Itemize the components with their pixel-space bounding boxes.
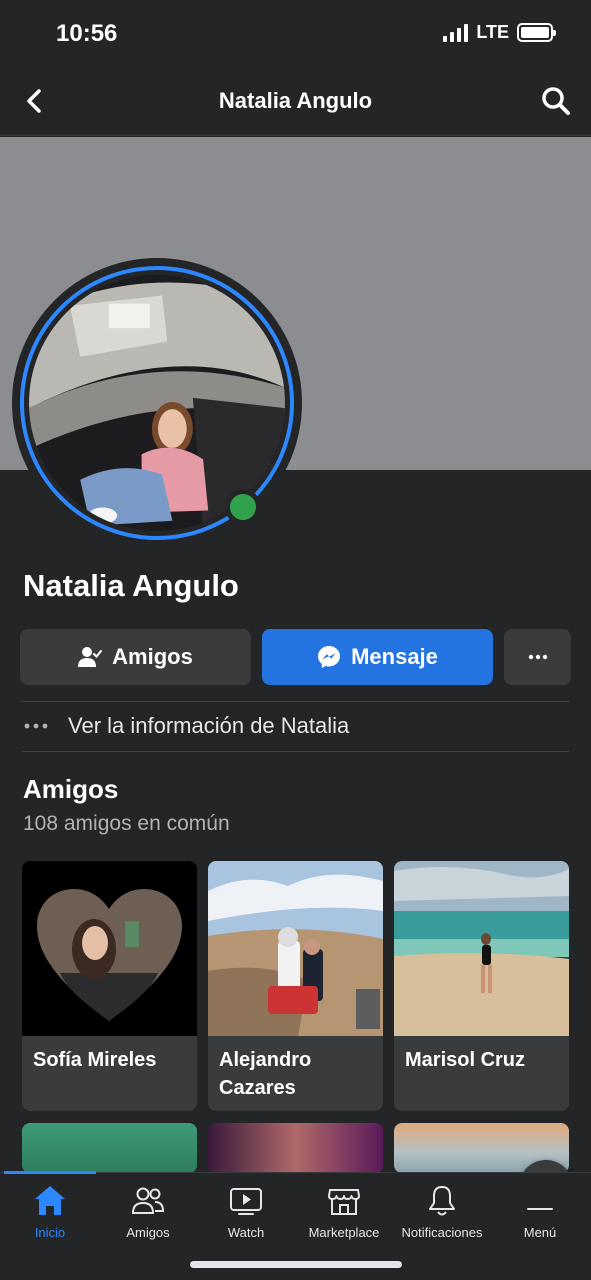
friend-photo (208, 861, 383, 1036)
friend-check-icon (78, 647, 103, 667)
signal-icon (443, 23, 469, 42)
tab-label: Watch (227, 1225, 265, 1240)
more-dots-icon (528, 654, 547, 660)
menu-icon (527, 1208, 553, 1210)
page-title: Natalia Angulo (218, 88, 373, 113)
friends-section-title: Amigos (23, 774, 119, 804)
friend-card[interactable] (22, 1123, 197, 1173)
friend-card[interactable] (208, 1123, 383, 1173)
status-indicators: LTE (443, 22, 556, 43)
messenger-icon (318, 646, 341, 668)
friend-card[interactable]: Sofía Mireles (22, 861, 197, 1111)
active-tab-indicator (4, 1171, 96, 1174)
friend-name: Sofía Mireles (33, 1049, 157, 1071)
watch-icon (230, 1188, 262, 1215)
message-button[interactable]: Mensaje (262, 629, 493, 685)
tab-menu[interactable]: Menú (490, 1183, 590, 1240)
friend-card[interactable]: Alejandro Cazares (208, 861, 383, 1111)
tab-label: Marketplace (308, 1225, 380, 1240)
online-status-indicator (225, 489, 261, 525)
friend-photo (208, 1123, 383, 1173)
bell-icon (429, 1186, 455, 1216)
mutual-friends-count: 108 amigos en común (23, 812, 230, 835)
tab-home[interactable]: Inicio (0, 1183, 100, 1240)
friend-photo (394, 861, 569, 1036)
tab-label: Amigos (126, 1225, 170, 1240)
marketplace-icon (328, 1189, 360, 1215)
status-bar: 10:56 LTE (0, 0, 591, 66)
friend-photo (22, 861, 197, 1036)
info-link[interactable]: Ver la información de Natalia (22, 702, 569, 750)
tab-friends[interactable]: Amigos (98, 1183, 198, 1240)
tab-label: Notificaciones (401, 1225, 483, 1240)
tab-notifications[interactable]: Notificaciones (392, 1183, 492, 1240)
battery-icon (517, 23, 556, 42)
friends-icon (131, 1187, 165, 1214)
network-type: LTE (476, 22, 509, 42)
message-button-label: Mensaje (351, 644, 438, 669)
more-options-button[interactable] (504, 629, 571, 685)
home-icon (35, 1186, 65, 1215)
friend-grid: Sofía Mireles Alejandro Cazares Marisol … (22, 861, 569, 1173)
tab-label: Menú (523, 1225, 557, 1240)
info-link-label: Ver la información de Natalia (68, 713, 350, 738)
tab-marketplace[interactable]: Marketplace (294, 1183, 394, 1240)
search-icon (542, 87, 570, 115)
home-indicator (190, 1261, 402, 1268)
search-button[interactable] (539, 84, 573, 118)
friend-name: Marisol Cruz (405, 1049, 526, 1071)
top-nav: Natalia Angulo (0, 66, 591, 136)
friend-card[interactable]: Marisol Cruz (394, 861, 569, 1111)
profile-name: Natalia Angulo (23, 568, 239, 603)
profile-actions: Amigos Mensaje (20, 629, 571, 685)
friends-button[interactable]: Amigos (20, 629, 251, 685)
tab-watch[interactable]: Watch (196, 1183, 296, 1240)
divider (22, 751, 569, 752)
tab-label: Inicio (34, 1225, 66, 1240)
friends-button-label: Amigos (112, 644, 193, 669)
more-dots-icon (24, 723, 48, 729)
friend-name: Alejandro Cazares (219, 1049, 312, 1099)
status-time: 10:56 (56, 20, 118, 47)
friend-photo (22, 1123, 197, 1173)
